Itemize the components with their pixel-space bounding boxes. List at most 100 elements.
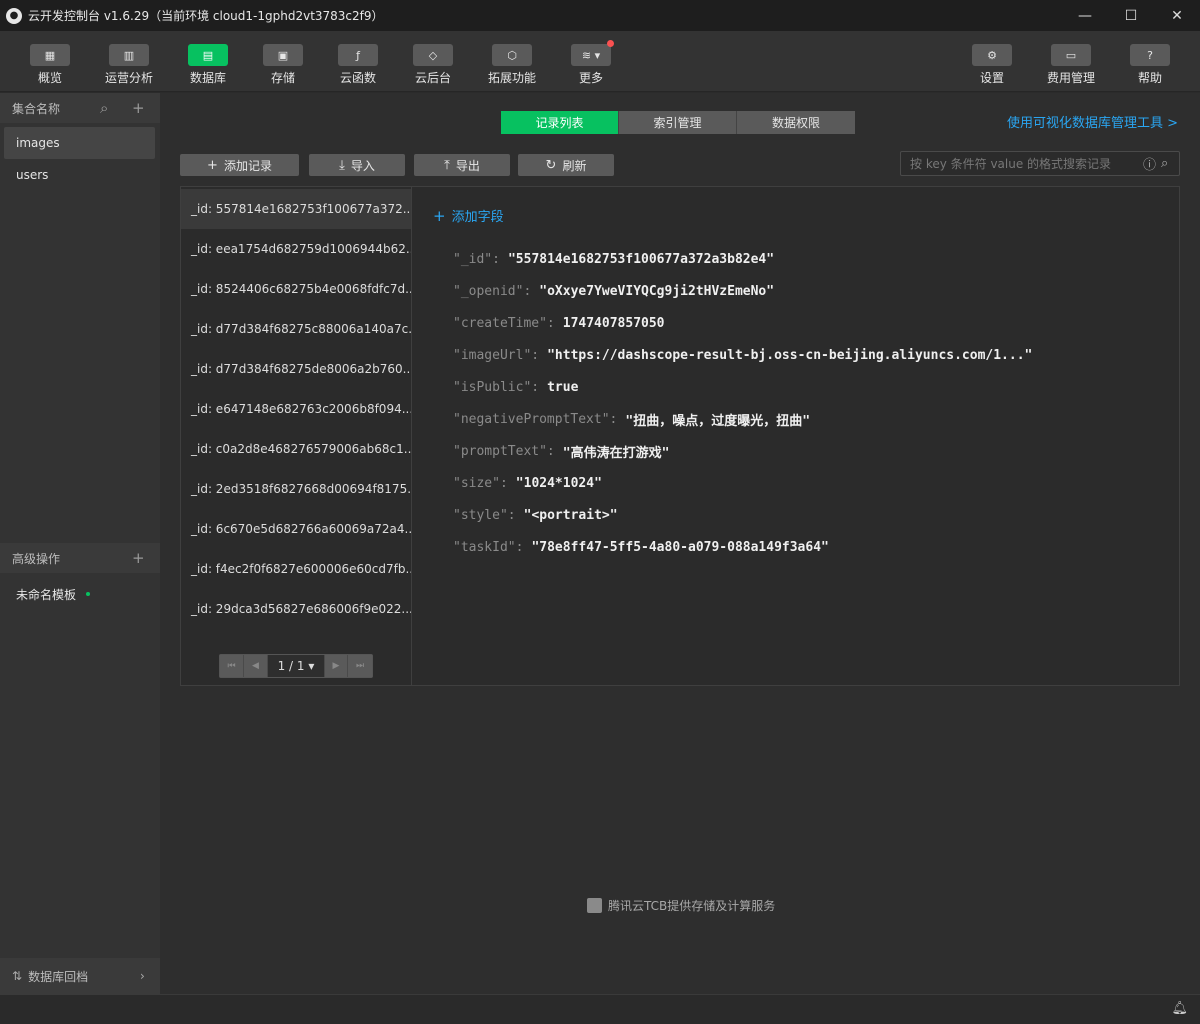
record-item[interactable]: _id: 557814e1682753f100677a372... xyxy=(181,189,411,229)
toolbar-overview[interactable]: ▦ 概览 xyxy=(30,31,70,92)
field-key: "isPublic" xyxy=(453,379,532,395)
field-row[interactable]: "size": "1024*1024" xyxy=(453,473,602,493)
database-icon: ▤ xyxy=(188,44,228,66)
toolbar-more[interactable]: ≋ ▾ 更多 xyxy=(571,31,614,92)
record-item[interactable]: _id: 6c670e5d682766a60069a72a4... xyxy=(181,509,411,549)
toolbar-storage[interactable]: ▣ 存储 xyxy=(263,31,303,92)
field-key: "style" xyxy=(453,507,508,523)
toolbar-label: 数据库 xyxy=(189,71,226,85)
field-value: "78e8ff47-5ff5-4a80-a079-088a149f3a64" xyxy=(531,539,829,555)
status-dot xyxy=(86,592,91,596)
collection-item-images[interactable]: images xyxy=(4,127,155,159)
tencent-cloud-icon xyxy=(587,898,602,913)
record-item[interactable]: _id: c0a2d8e468276579006ab68c1... xyxy=(181,429,411,469)
toolbar-settings[interactable]: ⚙ 设置 xyxy=(972,31,1012,92)
advanced-header: 高级操作 + xyxy=(0,543,160,573)
toolbar-cloud-admin[interactable]: ◇ 云后台 xyxy=(413,31,453,92)
layers-glyph: ≋ ▾ xyxy=(581,48,601,62)
record-list: _id: 557814e1682753f100677a372... _id: e… xyxy=(181,187,412,685)
chevron-right-icon: › xyxy=(140,969,145,983)
main-toolbar: ▦ 概览 ▥ 运营分析 ▤ 数据库 ▣ 存储 ƒ 云函数 ◇ 云后台 ⬡ 拓展功… xyxy=(0,31,1200,92)
field-colon: : xyxy=(531,347,540,363)
next-page-icon[interactable]: ▶ xyxy=(324,655,348,677)
field-row[interactable]: "_openid": "oXxye7YweVIYQCg9ji2tHVzEmeNo" xyxy=(453,281,774,301)
toolbar-label: 云后台 xyxy=(414,71,451,85)
toolbar-extensions[interactable]: ⬡ 拓展功能 xyxy=(488,31,536,92)
add-template-icon[interactable]: + xyxy=(132,549,145,567)
visual-db-tool-link[interactable]: 使用可视化数据库管理工具 > xyxy=(1007,112,1178,131)
export-button[interactable]: ⤒ 导出 xyxy=(414,154,510,176)
refresh-icon: ↻ xyxy=(545,157,557,173)
field-row[interactable]: "isPublic": true xyxy=(453,377,578,397)
field-row[interactable]: "style": "<portrait>" xyxy=(453,505,618,525)
add-record-button[interactable]: + 添加记录 xyxy=(180,154,299,176)
bar-chart-icon: ▥ xyxy=(109,44,149,66)
toolbar-label: 存储 xyxy=(270,71,295,85)
record-item[interactable]: _id: d77d384f68275de8006a2b760... xyxy=(181,349,411,389)
collections-sidebar: 集合名称 ⌕ + images users 高级操作 + 未命名模板 ⇅ 数据库… xyxy=(0,93,160,994)
record-item[interactable]: _id: d77d384f68275c88006a140a7c... xyxy=(181,309,411,349)
rollback-icon: ⇅ xyxy=(12,969,23,983)
field-row[interactable]: "imageUrl": "https://dashscope-result-bj.… xyxy=(453,345,1032,365)
toolbar-label: 费用管理 xyxy=(1047,71,1096,85)
field-row[interactable]: "_id": "557814e1682753f100677a372a3b82e4" xyxy=(453,249,774,269)
first-page-icon[interactable]: ⏮ xyxy=(220,655,244,677)
minimize-button[interactable]: — xyxy=(1062,0,1108,31)
add-field-button[interactable]: + 添加字段 xyxy=(433,206,504,226)
toolbar-database[interactable]: ▤ 数据库 xyxy=(188,31,228,92)
toolbar-functions[interactable]: ƒ 云函数 xyxy=(338,31,378,92)
database-rollback[interactable]: ⇅ 数据库回档 › xyxy=(0,958,160,994)
toolbar-help[interactable]: ? 帮助 xyxy=(1130,31,1170,92)
close-button[interactable]: ✕ xyxy=(1154,0,1200,31)
search-icon[interactable]: ⌕ xyxy=(1161,156,1168,171)
record-item[interactable]: _id: 8524406c68275b4e0068fdfc7d... xyxy=(181,269,411,309)
collection-item-users[interactable]: users xyxy=(4,159,155,191)
field-colon: : xyxy=(546,443,555,459)
template-item[interactable]: 未命名模板 xyxy=(4,578,155,610)
upload-icon: ⤒ xyxy=(444,157,450,173)
record-item[interactable]: _id: e647148e682763c2006b8f094... xyxy=(181,389,411,429)
field-row[interactable]: "createTime":1747407857050 xyxy=(453,313,665,333)
field-row[interactable]: "taskId": "78e8ff47-5ff5-4a80-a079-088a14… xyxy=(453,537,829,557)
maximize-button[interactable]: ☐ xyxy=(1108,0,1154,31)
record-item[interactable]: _id: f4ec2f0f6827e600006e60cd7fb... xyxy=(181,549,411,589)
toolbar-analytics[interactable]: ▥ 运营分析 xyxy=(105,31,153,92)
field-colon: : xyxy=(515,539,524,555)
tab-records[interactable]: 记录列表 xyxy=(501,111,619,134)
field-key: "size" xyxy=(453,475,500,491)
page-select[interactable]: 1 / 1 ▾ xyxy=(268,655,324,677)
refresh-button[interactable]: ↻ 刷新 xyxy=(518,154,614,176)
search-input[interactable] xyxy=(910,156,1140,171)
toolbar-billing[interactable]: ▭ 费用管理 xyxy=(1047,31,1095,92)
refresh-label: 刷新 xyxy=(562,158,587,173)
rollback-label: 数据库回档 xyxy=(28,969,89,984)
toolbar-label: 拓展功能 xyxy=(488,71,537,85)
import-button[interactable]: ⤓ 导入 xyxy=(309,154,405,176)
cube-icon: ◇ xyxy=(413,44,453,66)
status-bar: 🔔︎ xyxy=(0,994,1200,1024)
advanced-header-label: 高级操作 xyxy=(12,551,61,566)
extension-icon: ⬡ xyxy=(492,44,532,66)
search-icon[interactable]: ⌕ xyxy=(100,99,108,117)
help-icon: ? xyxy=(1130,44,1170,66)
collections-header-label: 集合名称 xyxy=(12,101,61,116)
info-icon[interactable]: ⓘ xyxy=(1143,154,1156,173)
bell-icon[interactable]: 🔔︎ xyxy=(1171,1001,1188,1016)
record-item[interactable]: _id: eea1754d682759d1006944b62... xyxy=(181,229,411,269)
tab-permissions[interactable]: 数据权限 xyxy=(737,111,855,134)
field-colon: : xyxy=(523,283,532,299)
tab-indexes[interactable]: 索引管理 xyxy=(619,111,737,134)
field-value: "https://dashscope-result-bj.oss-cn-beij… xyxy=(547,347,1033,363)
last-page-icon[interactable]: ⏭ xyxy=(348,655,372,677)
field-row[interactable]: "promptText": "高伟涛在打游戏" xyxy=(453,441,669,461)
record-item[interactable]: _id: 29dca3d56827e686006f9e022... xyxy=(181,589,411,629)
field-key: "promptText" xyxy=(453,443,547,459)
prev-page-icon[interactable]: ◀ xyxy=(244,655,268,677)
billing-icon: ▭ xyxy=(1051,44,1091,66)
wechat-app-icon: ● xyxy=(6,7,22,24)
add-collection-icon[interactable]: + xyxy=(132,99,145,117)
pagination: ⏮ ◀ 1 / 1 ▾ ▶ ⏭ xyxy=(219,654,373,678)
field-row[interactable]: "negativePromptText": "扭曲，噪点，过度曝光，扭曲" xyxy=(453,409,810,429)
field-colon: : xyxy=(492,251,500,267)
record-item[interactable]: _id: 2ed3518f6827668d00694f8175... xyxy=(181,469,411,509)
